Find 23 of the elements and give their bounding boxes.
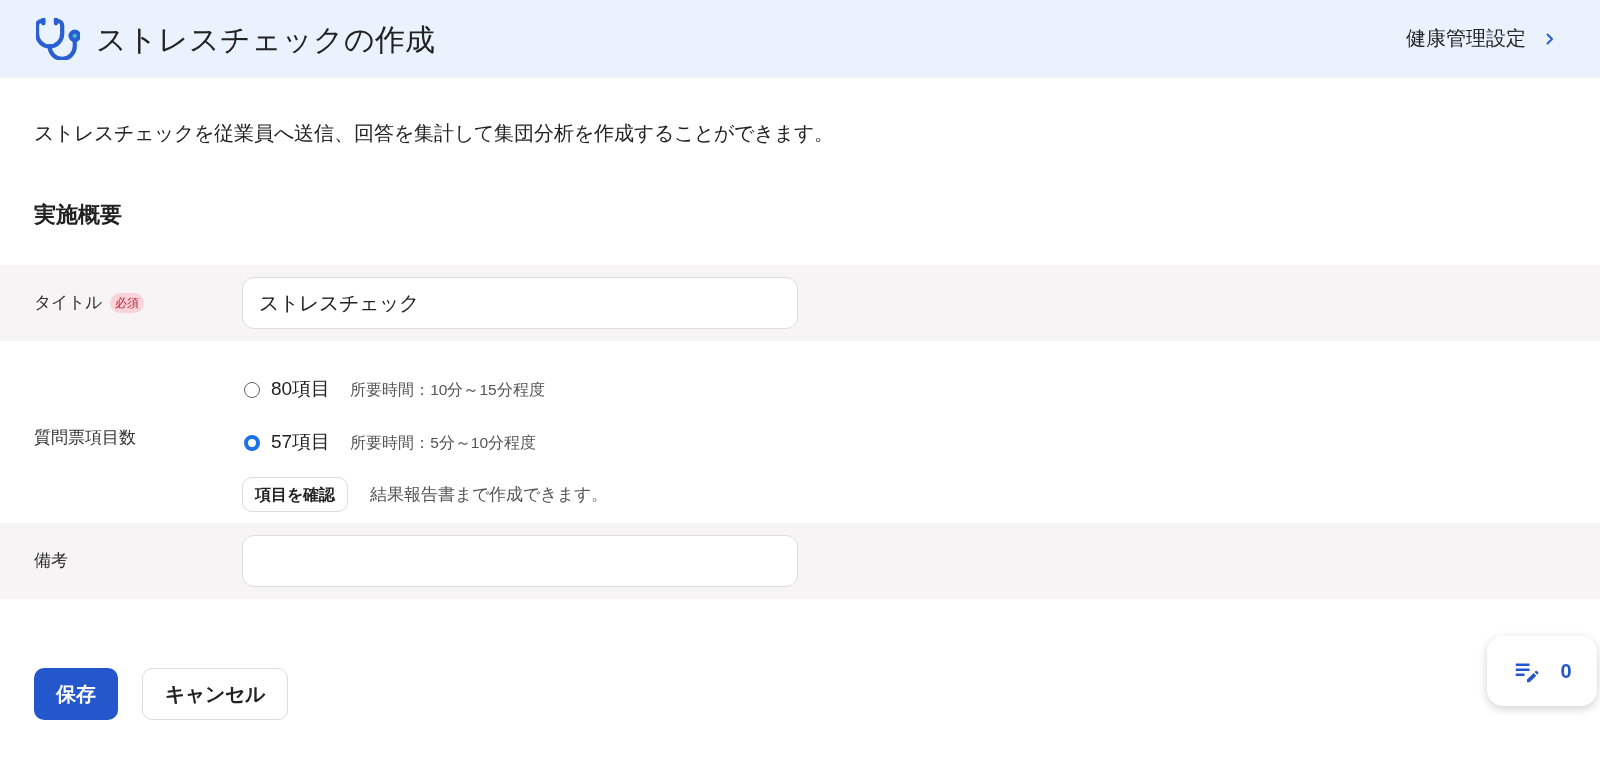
save-button[interactable]: 保存 (34, 668, 118, 720)
check-items-button[interactable]: 項目を確認 (242, 477, 348, 512)
field-label: 備考 (34, 550, 68, 573)
page-title: ストレスチェックの作成 (96, 21, 435, 58)
radio-button[interactable] (244, 434, 260, 451)
floating-notes-button[interactable]: 0 (1487, 636, 1597, 706)
radio-button[interactable] (244, 381, 260, 398)
settings-link[interactable]: 健康管理設定 (1406, 24, 1554, 54)
option-note: 所要時間：5分～10分程度 (350, 432, 536, 453)
option-note: 所要時間：10分～15分程度 (350, 379, 545, 400)
option-label: 57項目 (271, 430, 331, 455)
text-field[interactable] (242, 535, 798, 587)
option-label: 80項目 (271, 377, 331, 402)
chevron-right-icon (1546, 33, 1554, 45)
section-title: 実施概要 (34, 201, 123, 229)
stethoscope-icon (36, 18, 80, 60)
field-label: 質問票項目数 (34, 427, 136, 447)
cancel-button[interactable]: キャンセル (142, 668, 288, 720)
description-text: ストレスチェックを従業員へ送信、回答を集計して集団分析を作成することができます。 (34, 121, 835, 146)
hint-text: 結果報告書まで作成できます。 (370, 484, 608, 506)
field-label: タイトル (34, 292, 102, 315)
text-field[interactable]: ストレスチェック (242, 277, 798, 329)
required-badge: 必須 (110, 293, 144, 313)
